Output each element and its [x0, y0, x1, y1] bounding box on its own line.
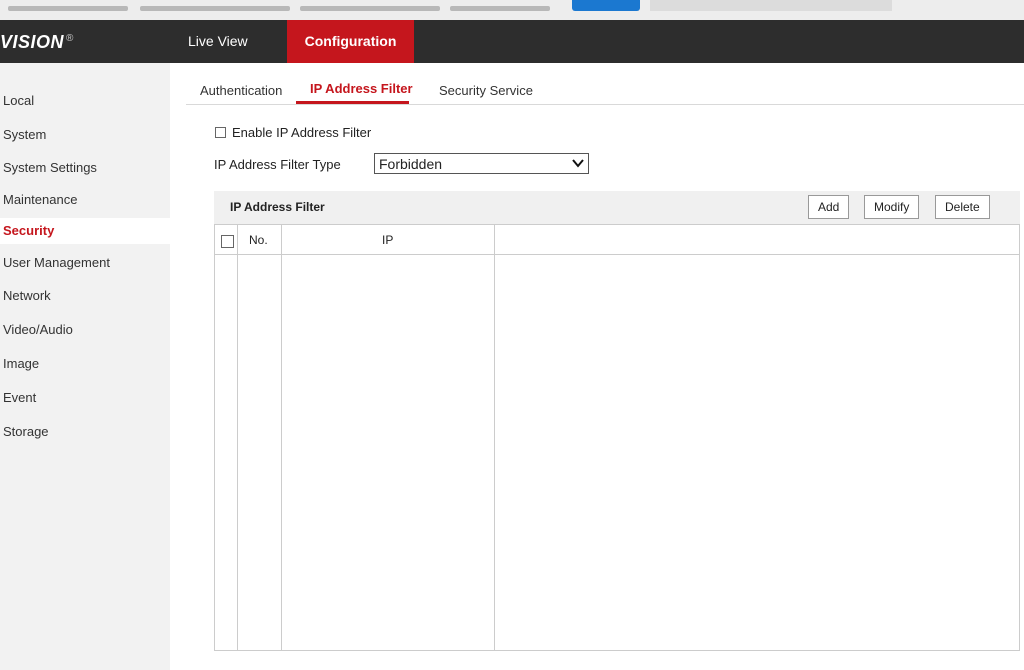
sidebar-item-security[interactable]: Security [0, 218, 170, 244]
enable-ip-filter-checkbox[interactable] [215, 127, 226, 138]
column-divider [494, 225, 495, 650]
sidebar-item-local[interactable]: Local [0, 88, 170, 114]
notification-secondary-area [650, 0, 892, 11]
column-header-ip[interactable]: IP [382, 233, 393, 247]
notification-action-button[interactable] [572, 0, 640, 11]
modify-button[interactable]: Modify [864, 195, 920, 219]
sidebar-item-image[interactable]: Image [0, 351, 170, 377]
filter-type-value: Forbidden [379, 156, 443, 172]
sidebar-item-maintenance[interactable]: Maintenance [0, 187, 170, 213]
blurred-text [8, 6, 128, 11]
ip-filter-table: No. IP [214, 224, 1020, 651]
sidebar-item-video-audio[interactable]: Video/Audio [0, 317, 170, 343]
filter-type-select[interactable]: Forbidden [374, 153, 589, 174]
brand-logo: VISION ® [0, 32, 74, 52]
sidebar-item-system-settings[interactable]: System Settings [0, 155, 170, 181]
nav-live-view[interactable]: Live View [188, 33, 248, 49]
active-tab-indicator [296, 101, 409, 104]
filter-type-label: IP Address Filter Type [214, 157, 341, 172]
security-tabs: Authentication IP Address Filter Securit… [186, 72, 1024, 105]
blurred-text [450, 6, 550, 11]
delete-button[interactable]: Delete [935, 195, 990, 219]
blurred-text [140, 6, 290, 11]
panel-title: IP Address Filter [230, 200, 325, 214]
sidebar-item-storage[interactable]: Storage [0, 419, 170, 445]
select-all-checkbox[interactable] [221, 235, 234, 248]
top-navigation-bar: VISION ® Live View Configuration [0, 20, 1024, 63]
enable-ip-filter-label: Enable IP Address Filter [232, 125, 372, 140]
sidebar-item-network[interactable]: Network [0, 283, 170, 309]
nav-configuration[interactable]: Configuration [287, 20, 414, 63]
header-divider [215, 254, 1019, 255]
blurred-text [300, 6, 440, 11]
column-divider [237, 225, 238, 650]
tab-ip-address-filter[interactable]: IP Address Filter [310, 81, 413, 96]
tab-security-service[interactable]: Security Service [439, 83, 533, 98]
sidebar-item-system[interactable]: System [0, 122, 170, 148]
column-divider [281, 225, 282, 650]
sidebar-item-event[interactable]: Event [0, 385, 170, 411]
ip-filter-panel-header: IP Address Filter Add Modify Delete [214, 191, 1020, 224]
add-button[interactable]: Add [808, 195, 850, 219]
chevron-down-icon [572, 159, 584, 168]
config-sidebar: Local System System Settings Maintenance… [0, 63, 170, 670]
browser-notification-bar [0, 0, 1024, 20]
sidebar-item-user-management[interactable]: User Management [0, 250, 170, 276]
column-header-no[interactable]: No. [249, 233, 268, 247]
tab-authentication[interactable]: Authentication [200, 83, 282, 98]
